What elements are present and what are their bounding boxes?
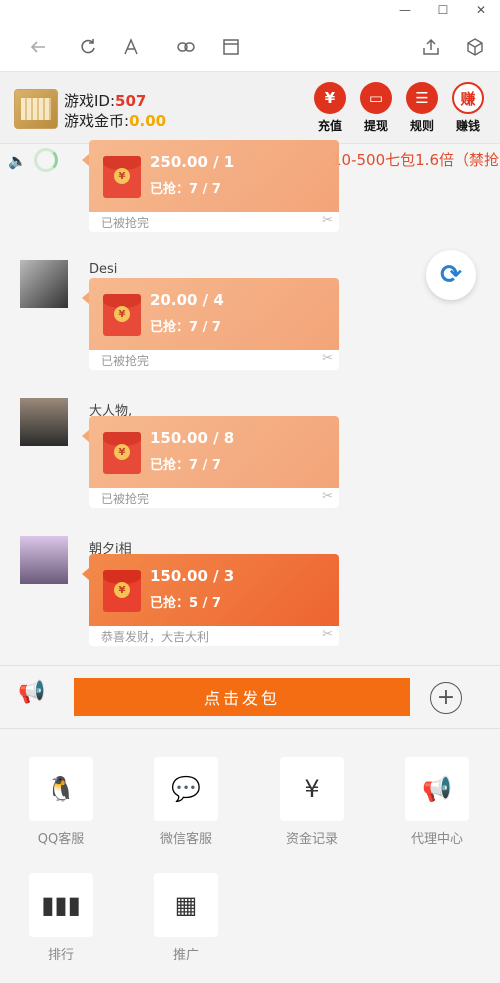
function-grid: 🐧 QQ客服 💬 微信客服 ¥ 资金记录 📢 代理中心 ▮▮▮ 排行 ▦ 推广 [0,731,500,983]
packet-tag-icon: ✂ [322,213,333,228]
packet-status: 恭喜发财，大吉大利 [101,630,210,644]
game-id-label: 游戏ID: [64,92,116,110]
minimize-button[interactable]: — [386,0,424,20]
window-icon[interactable] [218,34,244,60]
withdraw-button[interactable]: ▭ 提现 [358,82,394,134]
qrcode-icon: ▦ [154,873,218,937]
red-envelope-icon [103,570,141,612]
grid-item-wechat-service[interactable]: 💬 微信客服 [141,757,231,847]
rules-icon: ☰ [406,82,438,114]
grid-label: 排行 [47,948,74,963]
withdraw-label: 提现 [363,119,388,133]
loading-spinner-icon [34,148,58,172]
game-id-value: 507 [115,92,147,110]
notice-text: 10-500七包1.6倍（禁抢 [332,151,499,169]
packet-grabbed: 已抢：7 / 7 [150,320,221,335]
recharge-label: 充值 [317,119,342,133]
packet-tag-icon: ✂ [322,627,333,642]
packet-status: 已被抢完 [101,492,150,506]
earn-label: 赚钱 [455,119,480,133]
game-avatar [14,89,58,129]
link-icon[interactable] [173,34,199,60]
grid-label: 微信客服 [159,832,212,847]
speaker-icon: 🔈 [8,152,27,170]
packet-status: 已被抢完 [101,216,150,230]
avatar[interactable] [20,536,68,584]
maximize-button[interactable]: ☐ [424,0,462,20]
packet-footer: 已被抢完 ✂ [89,350,339,370]
packet-footer: 已被抢完 ✂ [89,488,339,508]
red-packet[interactable]: 150.00 / 8 已抢：7 / 7 [82,416,339,490]
packet-status: 已被抢完 [101,354,150,368]
send-packet-button[interactable]: 点击发包 [74,678,410,716]
avatar[interactable] [20,260,68,308]
avatar[interactable] [20,398,68,446]
sender-name: Desi [89,262,118,277]
fund-record-icon: ¥ [280,757,344,821]
grid-label: QQ客服 [37,832,85,847]
rules-button[interactable]: ☰ 规则 [404,82,440,134]
recharge-button[interactable]: ¥ 充值 [312,82,348,134]
window-controls: — ☐ ✕ [386,0,500,20]
game-id: 游戏ID:507 [64,90,146,111]
red-envelope-icon [103,432,141,474]
send-bar: 📢 点击发包 + [0,665,500,729]
packet-grabbed: 已抢：5 / 7 [150,596,221,611]
packet-amount: 150.00 / 8 [150,429,235,447]
packet-amount: 250.00 / 1 [150,153,235,171]
plus-icon[interactable]: + [430,682,462,714]
close-button[interactable]: ✕ [462,0,500,20]
grid-label: 推广 [172,948,199,963]
coin-value: 0.00 [129,112,167,130]
grid-label: 代理中心 [410,832,463,847]
browser-toolbar [0,22,500,72]
packet-tag-icon: ✂ [322,351,333,366]
megaphone-icon[interactable]: 📢 [18,680,45,705]
back-icon[interactable] [25,34,51,60]
packet-grabbed: 已抢：7 / 7 [150,182,221,197]
game-coin: 游戏金币:0.00 [64,110,166,131]
red-packet[interactable]: 150.00 / 3 已抢：5 / 7 [82,554,339,628]
packet-amount: 150.00 / 3 [150,567,235,585]
red-packet[interactable]: 20.00 / 4 已抢：7 / 7 [82,278,339,352]
refresh-icon[interactable] [75,34,101,60]
grid-item-agent-center[interactable]: 📢 代理中心 [392,757,482,847]
share-icon[interactable] [418,34,444,60]
packet-footer: 已被抢完 ✂ [89,212,339,232]
game-header: 游戏ID:507 游戏金币:0.00 ¥ 充值 ▭ 提现 ☰ 规则 赚 赚钱 [0,72,500,144]
earn-icon: 赚 [452,82,484,114]
packet-amount: 20.00 / 4 [150,291,224,309]
grid-item-ranking[interactable]: ▮▮▮ 排行 [16,873,106,963]
rules-label: 规则 [409,119,434,133]
red-envelope-icon [103,156,141,198]
refresh-icon[interactable]: ⟳ [426,250,476,300]
grid-label: 资金记录 [285,832,338,847]
red-envelope-icon [103,294,141,336]
grid-item-qq-service[interactable]: 🐧 QQ客服 [16,757,106,847]
cube-icon[interactable] [462,34,488,60]
ranking-icon: ▮▮▮ [29,873,93,937]
packet-footer: 恭喜发财，大吉大利 ✂ [89,626,339,646]
packet-grabbed: 已抢：7 / 7 [150,458,221,473]
wechat-icon: 💬 [154,757,218,821]
packet-tag-icon: ✂ [322,489,333,504]
header-actions: ¥ 充值 ▭ 提现 ☰ 规则 赚 赚钱 [312,82,486,134]
window-titlebar: — ☐ ✕ [0,0,500,22]
recharge-icon: ¥ [314,82,346,114]
withdraw-icon: ▭ [360,82,392,114]
qq-icon: 🐧 [29,757,93,821]
earn-button[interactable]: 赚 赚钱 [450,82,486,134]
font-icon[interactable] [118,34,144,60]
red-packet[interactable]: 250.00 / 1 已抢：7 / 7 [82,140,339,214]
grid-item-promote[interactable]: ▦ 推广 [141,873,231,963]
grid-item-fund-record[interactable]: ¥ 资金记录 [267,757,357,847]
megaphone-icon: 📢 [405,757,469,821]
coin-label: 游戏金币: [64,112,130,130]
